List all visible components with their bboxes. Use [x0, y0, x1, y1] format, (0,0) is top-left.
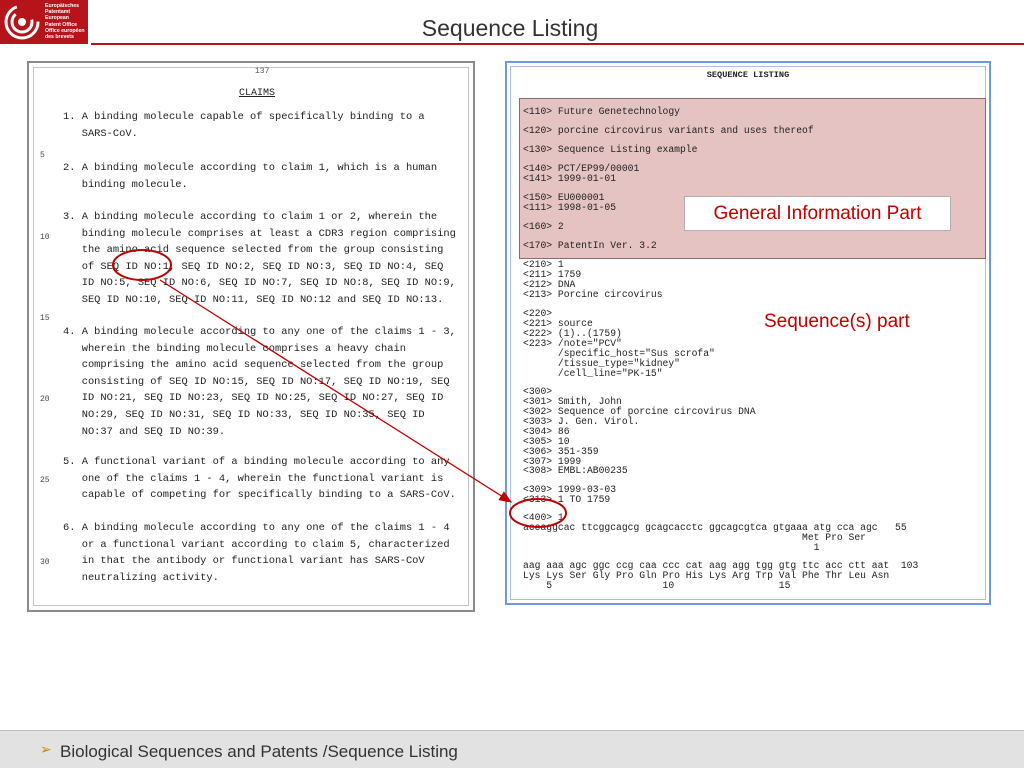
footer-text: Biological Sequences and Patents /Sequen… — [60, 742, 458, 761]
tag-400-highlight-circle — [509, 498, 567, 528]
bullet-arrow-icon: ➢ — [40, 741, 52, 757]
annotation-overlay — [112, 249, 567, 528]
footer-bar: ➢ Biological Sequences and Patents /Sequ… — [0, 730, 1024, 768]
seq-id-1-highlight-circle — [112, 249, 172, 281]
connecting-arrow — [159, 279, 513, 503]
